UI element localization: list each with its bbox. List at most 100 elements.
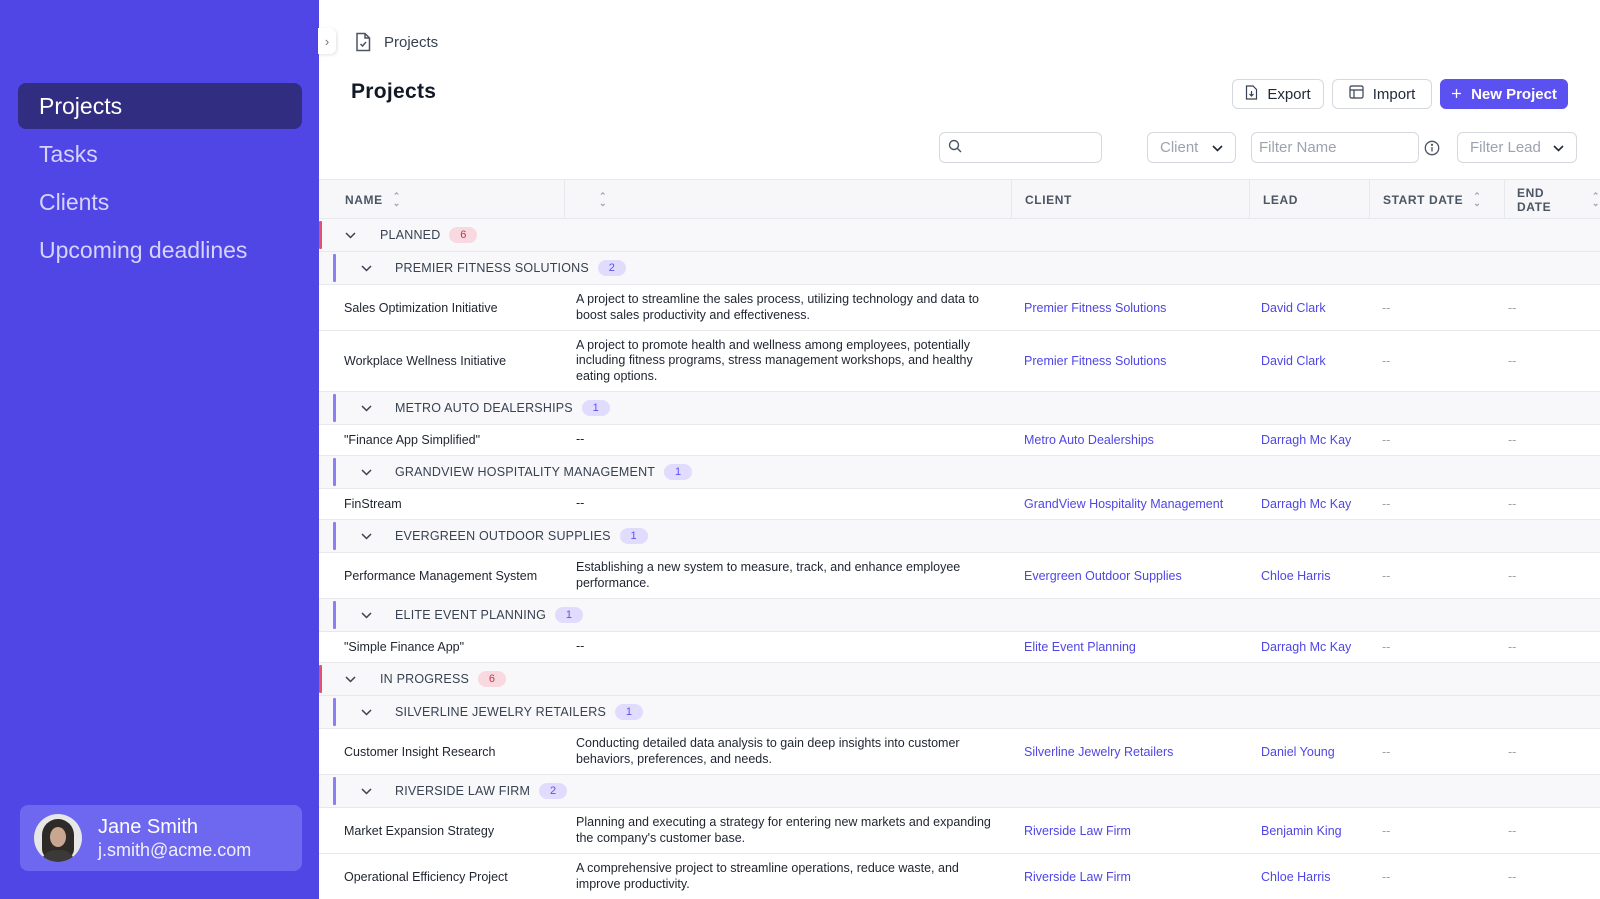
sidebar-item-tasks[interactable]: Tasks — [18, 131, 302, 177]
chevron-down-icon[interactable] — [345, 663, 356, 695]
export-button[interactable]: Export — [1232, 79, 1324, 109]
chevron-down-icon[interactable] — [361, 520, 372, 552]
table-row[interactable]: Market Expansion Strategy Planning and ex… — [319, 808, 1600, 854]
project-name[interactable]: Market Expansion Strategy — [344, 808, 564, 853]
project-name[interactable]: Customer Insight Research — [344, 729, 564, 774]
client-group-row[interactable]: ELITE EVENT PLANNING 1 — [319, 599, 1600, 632]
client-group-row[interactable]: METRO AUTO DEALERSHIPS 1 — [319, 392, 1600, 425]
user-card[interactable]: Jane Smith j.smith@acme.com — [20, 805, 302, 871]
column-header-end-date[interactable]: END DATE ⌃ ⌄ — [1517, 180, 1600, 220]
import-label: Import — [1372, 85, 1416, 103]
project-start-date: -- — [1382, 744, 1391, 759]
projects-table: NAME ⌃ ⌄ ⌃ ⌄ CLIENT LEAD START DATE ⌃ ⌄ END… — [319, 179, 1600, 899]
sidebar-item-clients[interactable]: Clients — [18, 179, 302, 225]
table-row[interactable]: Sales Optimization Initiative A project t… — [319, 285, 1600, 331]
client-group-row[interactable]: RIVERSIDE LAW FIRM 2 — [319, 775, 1600, 808]
export-label: Export — [1267, 85, 1311, 103]
project-lead-link[interactable]: Darragh Mc Kay — [1261, 425, 1381, 455]
sidebar-item-projects[interactable]: Projects — [18, 83, 302, 129]
project-start-date: -- — [1382, 497, 1391, 511]
project-lead-link[interactable]: Darragh Mc Kay — [1261, 489, 1381, 519]
column-header-start-date[interactable]: START DATE ⌃ ⌄ — [1383, 180, 1481, 220]
project-client-link[interactable]: Metro Auto Dealerships — [1024, 425, 1244, 455]
status-group-row[interactable]: PLANNED 6 — [319, 219, 1600, 252]
client-group-row[interactable]: PREMIER FITNESS SOLUTIONS 2 — [319, 252, 1600, 285]
project-client-link[interactable]: Premier Fitness Solutions — [1024, 331, 1244, 391]
project-client-link[interactable]: Evergreen Outdoor Supplies — [1024, 553, 1244, 598]
project-name[interactable]: Operational Efficiency Project — [344, 854, 564, 899]
table-row[interactable]: "Finance App Simplified" -- Metro Auto Dea… — [319, 425, 1600, 456]
project-client-link[interactable]: Premier Fitness Solutions — [1024, 285, 1244, 330]
column-header-name[interactable]: NAME ⌃ ⌄ — [345, 180, 401, 220]
project-end-date: -- — [1508, 497, 1517, 511]
project-name[interactable]: "Finance App Simplified" — [344, 425, 564, 455]
sort-icon[interactable]: ⌃ ⌄ — [393, 192, 401, 208]
project-lead-link[interactable]: David Clark — [1261, 285, 1381, 330]
client-group-row[interactable]: EVERGREEN OUTDOOR SUPPLIES 1 — [319, 520, 1600, 553]
lead-filter-select[interactable]: Filter Lead — [1457, 132, 1577, 163]
chevron-down-icon[interactable] — [361, 775, 372, 807]
project-client-link[interactable]: Elite Event Planning — [1024, 632, 1244, 662]
project-name[interactable]: Sales Optimization Initiative — [344, 285, 564, 330]
project-description: -- — [576, 639, 585, 654]
column-header-lead[interactable]: LEAD — [1263, 180, 1298, 220]
chevron-down-icon[interactable] — [361, 599, 372, 631]
status-group-row[interactable]: IN PROGRESS 6 — [319, 663, 1600, 696]
table-row[interactable]: Workplace Wellness Initiative A project t… — [319, 331, 1600, 392]
sidebar-item-upcoming-deadlines[interactable]: Upcoming deadlines — [18, 227, 302, 273]
project-lead-link[interactable]: Benjamin King — [1261, 808, 1381, 853]
chevron-down-icon[interactable] — [345, 219, 356, 251]
project-name[interactable]: Performance Management System — [344, 553, 564, 598]
project-description: A comprehensive project to streamline op… — [576, 861, 959, 891]
project-description: -- — [576, 496, 585, 511]
project-start-date: -- — [1382, 869, 1391, 884]
project-client-link[interactable]: Silverline Jewelry Retailers — [1024, 729, 1244, 774]
client-group-row[interactable]: GRANDVIEW HOSPITALITY MANAGEMENT 1 — [319, 456, 1600, 489]
table-row[interactable]: FinStream -- GrandView Hospitality Managem… — [319, 489, 1600, 520]
project-client-link[interactable]: GrandView Hospitality Management — [1024, 489, 1244, 519]
project-client-link[interactable]: Riverside Law Firm — [1024, 808, 1244, 853]
project-lead-link[interactable]: Chloe Harris — [1261, 553, 1381, 598]
column-header-description[interactable]: ⌃ ⌄ — [589, 180, 607, 220]
breadcrumb-item[interactable]: Projects — [384, 34, 438, 51]
project-client-link[interactable]: Riverside Law Firm — [1024, 854, 1244, 899]
sort-icon[interactable]: ⌃ ⌄ — [1592, 192, 1600, 208]
table-row[interactable]: Performance Management System Establishin… — [319, 553, 1600, 599]
chevron-down-icon[interactable] — [361, 696, 372, 728]
table-row[interactable]: Operational Efficiency Project A comprehe… — [319, 854, 1600, 899]
chevron-down-icon — [1553, 141, 1564, 155]
sort-icon[interactable]: ⌃ ⌄ — [599, 192, 607, 208]
project-name[interactable]: FinStream — [344, 489, 564, 519]
group-indicator-bar — [333, 458, 336, 486]
new-project-button[interactable]: New Project — [1440, 79, 1568, 109]
project-lead-link[interactable]: Darragh Mc Kay — [1261, 632, 1381, 662]
project-lead-link[interactable]: Chloe Harris — [1261, 854, 1381, 899]
search-input[interactable] — [939, 132, 1102, 163]
column-header-client[interactable]: CLIENT — [1025, 180, 1072, 220]
project-start-date: -- — [1382, 568, 1391, 583]
group-indicator-bar — [333, 394, 336, 422]
chevron-down-icon[interactable] — [361, 392, 372, 424]
count-badge: 2 — [539, 783, 568, 799]
project-lead-link[interactable]: Daniel Young — [1261, 729, 1381, 774]
project-start-date: -- — [1382, 433, 1391, 447]
table-row[interactable]: "Simple Finance App" -- Elite Event Planni… — [319, 632, 1600, 663]
sidebar: Projects Tasks Clients Upcoming deadline… — [0, 0, 319, 899]
client-group-row[interactable]: SILVERLINE JEWELRY RETAILERS 1 — [319, 696, 1600, 729]
group-indicator-bar — [333, 522, 336, 550]
project-name[interactable]: Workplace Wellness Initiative — [344, 331, 564, 391]
group-label: GRANDVIEW HOSPITALITY MANAGEMENT 1 — [395, 456, 693, 488]
table-header: NAME ⌃ ⌄ ⌃ ⌄ CLIENT LEAD START DATE ⌃ ⌄ END… — [319, 179, 1600, 220]
client-filter-select[interactable]: Client — [1147, 132, 1236, 163]
chevron-down-icon[interactable] — [361, 456, 372, 488]
sort-icon[interactable]: ⌃ ⌄ — [1473, 192, 1481, 208]
filter-name-input[interactable]: Filter Name — [1251, 132, 1419, 163]
info-icon[interactable] — [1424, 140, 1440, 161]
sidebar-collapse-toggle[interactable]: › — [318, 28, 336, 54]
project-lead-link[interactable]: David Clark — [1261, 331, 1381, 391]
import-button[interactable]: Import — [1332, 79, 1432, 109]
table-row[interactable]: Customer Insight Research Conducting deta… — [319, 729, 1600, 775]
group-label: ELITE EVENT PLANNING 1 — [395, 599, 584, 631]
project-name[interactable]: "Simple Finance App" — [344, 632, 564, 662]
chevron-down-icon[interactable] — [361, 252, 372, 284]
